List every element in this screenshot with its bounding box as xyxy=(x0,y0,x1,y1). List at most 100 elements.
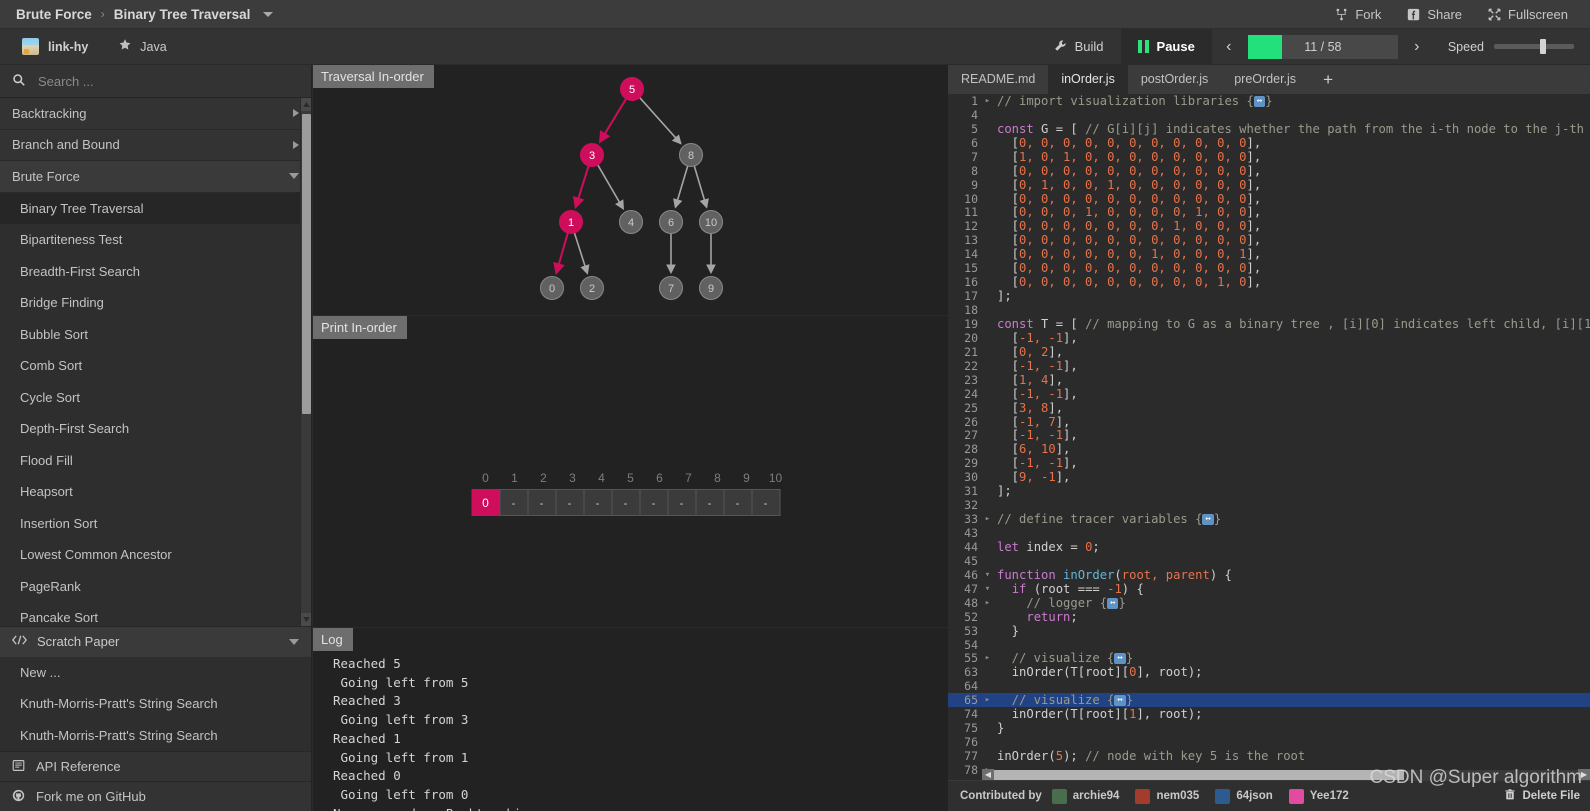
fork-button[interactable]: Fork xyxy=(1335,7,1381,22)
code-fold-placeholder-icon[interactable]: ↔ xyxy=(1107,597,1119,609)
array-cell[interactable]: 0 xyxy=(471,489,500,516)
code-line[interactable]: 15 [0, 0, 0, 0, 0, 0, 0, 0, 0, 0, 0], xyxy=(948,261,1590,275)
tab-readme-md[interactable]: README.md xyxy=(948,65,1048,94)
sidebar-category-branch-and-bound[interactable]: Branch and Bound xyxy=(0,129,311,161)
progress-slider[interactable]: 11 / 58 xyxy=(1247,34,1398,59)
code-line[interactable]: 77 inOrder(5); // node with key 5 is the … xyxy=(948,749,1590,763)
tree-node-10[interactable]: 10 xyxy=(699,210,723,234)
tab-preorder-js[interactable]: preOrder.js xyxy=(1221,65,1309,94)
code-line[interactable]: 32 xyxy=(948,498,1590,512)
contributor[interactable]: Yee172 xyxy=(1288,788,1349,804)
code-line[interactable]: 54 xyxy=(948,638,1590,652)
speed-slider-thumb[interactable] xyxy=(1540,39,1546,54)
pause-button[interactable]: Pause xyxy=(1120,28,1212,65)
code-line[interactable]: 25 [3, 8], xyxy=(948,401,1590,415)
sidebar-scrollbar[interactable] xyxy=(300,98,311,626)
sidebar-item-cycle-sort[interactable]: Cycle Sort xyxy=(0,381,311,413)
code-line[interactable]: 76 xyxy=(948,735,1590,749)
sidebar-item-pagerank[interactable]: PageRank xyxy=(0,570,311,602)
code-line[interactable]: 55 ▸ // visualize {↔} xyxy=(948,651,1590,665)
tab-postorder-js[interactable]: postOrder.js xyxy=(1128,65,1221,94)
tree-node-4[interactable]: 4 xyxy=(619,210,643,234)
code-fold-placeholder-icon[interactable]: ↔ xyxy=(1114,695,1126,707)
github-link[interactable]: Fork me on GitHub xyxy=(0,781,311,811)
code-fold-placeholder-icon[interactable]: ↔ xyxy=(1253,95,1266,107)
code-fold-toggle-icon[interactable]: ▸ xyxy=(982,598,993,608)
sidebar-item-pancake-sort[interactable]: Pancake Sort xyxy=(0,602,311,626)
array-cell[interactable]: - xyxy=(639,489,668,516)
code-line[interactable]: 7 [1, 0, 1, 0, 0, 0, 0, 0, 0, 0, 0], xyxy=(948,150,1590,164)
sidebar-scrollbar-thumb[interactable] xyxy=(302,114,311,414)
tree-node-6[interactable]: 6 xyxy=(659,210,683,234)
scroll-down-arrow-icon[interactable] xyxy=(301,612,311,626)
code-line[interactable]: 16 [0, 0, 0, 0, 0, 0, 0, 0, 0, 1, 0], xyxy=(948,275,1590,289)
breadcrumb-algorithm[interactable]: Binary Tree Traversal xyxy=(114,7,251,22)
code-line[interactable]: 27 [-1, -1], xyxy=(948,428,1590,442)
chevron-down-icon[interactable] xyxy=(263,11,274,17)
hscroll-thumb[interactable] xyxy=(994,770,1404,780)
tree-node-0[interactable]: 0 xyxy=(540,276,564,300)
array-cell[interactable]: - xyxy=(695,489,724,516)
sidebar-item-bridge-finding[interactable]: Bridge Finding xyxy=(0,287,311,319)
contributor[interactable]: archie94 xyxy=(1051,788,1119,804)
code-line[interactable]: 52 return; xyxy=(948,610,1590,624)
array-cell[interactable]: - xyxy=(751,489,780,516)
tree-node-9[interactable]: 9 xyxy=(699,276,723,300)
code-line[interactable]: 48 ▸ // logger {↔} xyxy=(948,596,1590,610)
binary-tree-graph[interactable]: 5 3 8 1 4 6 10 0 2 7 9 xyxy=(313,65,948,313)
code-line[interactable]: 45 xyxy=(948,554,1590,568)
scroll-up-arrow-icon[interactable] xyxy=(301,98,311,111)
code-line[interactable]: 18 xyxy=(948,303,1590,317)
array-cell[interactable]: - xyxy=(723,489,752,516)
scratch-paper-item-2[interactable]: Knuth-Morris-Pratt's String Search xyxy=(0,719,311,751)
code-line[interactable]: 13 [0, 0, 0, 0, 0, 0, 0, 0, 0, 0, 0], xyxy=(948,233,1590,247)
breadcrumb-category[interactable]: Brute Force xyxy=(16,7,92,22)
add-tab-button[interactable]: + xyxy=(1309,65,1347,94)
code-line[interactable]: 24 [-1, -1], xyxy=(948,387,1590,401)
code-line[interactable]: 22 [-1, -1], xyxy=(948,359,1590,373)
tree-node-3[interactable]: 3 xyxy=(580,143,604,167)
chevron-right-icon[interactable] xyxy=(293,109,299,118)
sidebar-item-bipartiteness-test[interactable]: Bipartiteness Test xyxy=(0,224,311,256)
code-line[interactable]: 6 [0, 0, 0, 0, 0, 0, 0, 0, 0, 0, 0], xyxy=(948,136,1590,150)
code-line[interactable]: 17]; xyxy=(948,289,1590,303)
sidebar-item-depth-first-search[interactable]: Depth-First Search xyxy=(0,413,311,445)
sidebar-category-brute-force[interactable]: Brute Force xyxy=(0,161,311,193)
code-fold-placeholder-icon[interactable]: ↔ xyxy=(1114,653,1126,665)
tree-node-5[interactable]: 5 xyxy=(620,77,644,101)
code-line[interactable]: 64 xyxy=(948,679,1590,693)
language-selector[interactable]: Java xyxy=(88,38,167,55)
array-cell[interactable]: - xyxy=(611,489,640,516)
fullscreen-button[interactable]: Fullscreen xyxy=(1488,7,1568,22)
sidebar-item-binary-tree-traversal[interactable]: Binary Tree Traversal xyxy=(0,192,311,224)
previous-step-button[interactable]: ‹ xyxy=(1212,29,1246,65)
contributor[interactable]: nem035 xyxy=(1135,788,1199,804)
code-line[interactable]: 74 inOrder(T[root][1], root); xyxy=(948,707,1590,721)
code-line[interactable]: 9 [0, 1, 0, 0, 1, 0, 0, 0, 0, 0, 0], xyxy=(948,178,1590,192)
speed-slider[interactable] xyxy=(1494,39,1574,54)
code-fold-toggle-icon[interactable]: ▸ xyxy=(982,96,993,106)
code-line[interactable]: 19 const T = [ // mapping to G as a binar… xyxy=(948,317,1590,331)
tab-inorder-js[interactable]: inOrder.js xyxy=(1048,65,1128,94)
code-fold-toggle-icon[interactable]: ▸ xyxy=(982,514,993,524)
code-line[interactable]: 5 const G = [ // G[i][j] indicates whethe… xyxy=(948,122,1590,136)
code-line[interactable]: 63 inOrder(T[root][0], root); xyxy=(948,665,1590,679)
array-cell[interactable]: - xyxy=(555,489,584,516)
scratch-paper-header[interactable]: Scratch Paper xyxy=(0,625,311,657)
code-line[interactable]: 44 let index = 0; xyxy=(948,540,1590,554)
code-line[interactable]: 53 } xyxy=(948,624,1590,638)
editor-body[interactable]: 1 ▸// import visualization libraries {↔} 4… xyxy=(948,94,1590,781)
hscroll-track[interactable] xyxy=(994,770,1578,780)
code-fold-toggle-icon[interactable]: ▾ xyxy=(982,584,993,594)
chevron-down-icon[interactable] xyxy=(289,638,299,645)
api-reference-link[interactable]: API Reference xyxy=(0,751,311,781)
code-line[interactable]: 11 [0, 0, 0, 1, 0, 0, 0, 0, 1, 0, 0], xyxy=(948,205,1590,219)
code-line[interactable]: 21 [0, 2], xyxy=(948,345,1590,359)
chevron-right-icon[interactable] xyxy=(293,140,299,149)
code-line[interactable]: 26 [-1, 7], xyxy=(948,415,1590,429)
array-cell[interactable]: - xyxy=(583,489,612,516)
array-cell[interactable]: - xyxy=(527,489,556,516)
code-line[interactable]: 46 ▾ function inOrder(root, parent) { xyxy=(948,568,1590,582)
code-fold-toggle-icon[interactable]: ▸ xyxy=(982,653,993,663)
code-line[interactable]: 33 ▸// define tracer variables {↔} xyxy=(948,512,1590,526)
